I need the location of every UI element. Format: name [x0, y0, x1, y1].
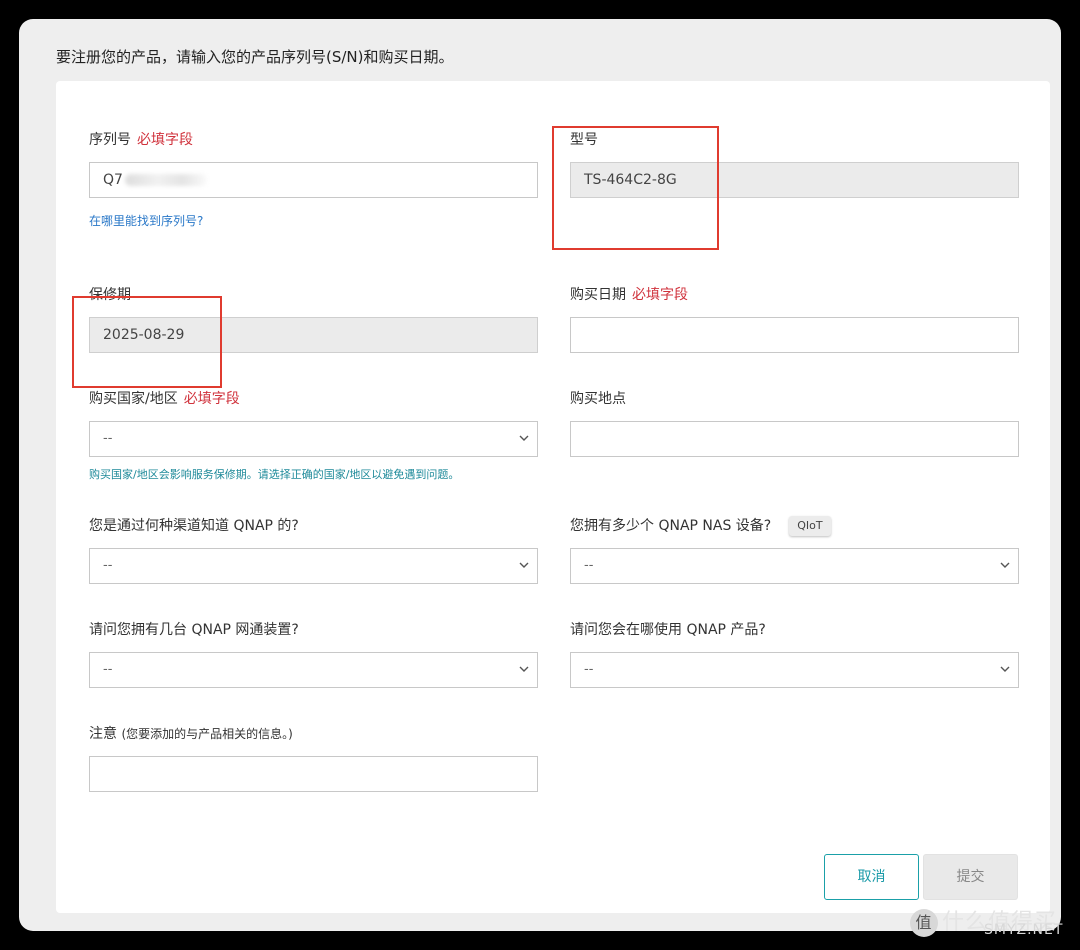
watermark-logo-icon: 值 — [910, 909, 938, 937]
chevron-down-icon — [1000, 562, 1010, 568]
purchase-place-input[interactable] — [570, 421, 1019, 457]
purchase-date-input[interactable] — [570, 317, 1019, 353]
nas-count-field: 您拥有多少个 QNAP NAS 设备? QIoT -- — [570, 516, 1019, 584]
required-tag: 必填字段 — [137, 132, 193, 148]
chevron-down-icon — [519, 562, 529, 568]
notes-label: 注意 — [89, 726, 117, 742]
purchase-country-label: 购买国家/地区 — [89, 391, 178, 407]
chevron-down-icon — [519, 435, 529, 441]
purchase-date-field: 购买日期 必填字段 — [570, 285, 1019, 353]
channel-select[interactable]: -- — [89, 548, 538, 584]
network-count-select[interactable]: -- — [89, 652, 538, 688]
purchase-country-value: -- — [103, 431, 113, 446]
nas-count-value: -- — [584, 558, 594, 573]
purchase-place-field: 购买地点 — [570, 389, 1019, 457]
qiot-badge: QIoT — [789, 516, 831, 536]
channel-label: 您是通过何种渠道知道 QNAP 的? — [89, 518, 299, 534]
notes-sublabel: (您要添加的与产品相关的信息。) — [121, 727, 293, 741]
chevron-down-icon — [519, 666, 529, 672]
chevron-down-icon — [1000, 666, 1010, 672]
submit-button[interactable]: 提交 — [923, 854, 1018, 900]
network-count-label: 请问您拥有几台 QNAP 网通装置? — [89, 622, 299, 638]
notes-input[interactable] — [89, 756, 538, 792]
purchase-place-label: 购买地点 — [570, 391, 626, 407]
serial-label: 序列号 — [89, 132, 131, 148]
form-window: 要注册您的产品，请输入您的产品序列号(S/N)和购买日期。 序列号 必填字段 Q7… — [19, 19, 1061, 931]
watermark-site: SMYZ.NET — [984, 922, 1064, 938]
network-count-value: -- — [103, 662, 113, 677]
registration-form: 序列号 必填字段 Q7 在哪里能找到序列号? 型号 TS-464C2-8G 保修期… — [56, 81, 1050, 913]
usage-place-select[interactable]: -- — [570, 652, 1019, 688]
required-tag: 必填字段 — [632, 287, 688, 303]
serial-value: Q7 — [103, 172, 123, 188]
usage-place-label: 请问您会在哪使用 QNAP 产品? — [570, 622, 766, 638]
purchase-date-label: 购买日期 — [570, 287, 626, 303]
serial-input[interactable]: Q7 — [89, 162, 538, 198]
required-tag: 必填字段 — [183, 391, 240, 407]
nas-count-select[interactable]: -- — [570, 548, 1019, 584]
serial-blur-mask — [124, 174, 207, 186]
model-highlight-box — [552, 126, 719, 250]
usage-place-value: -- — [584, 662, 594, 677]
network-count-field: 请问您拥有几台 QNAP 网通装置? -- — [89, 620, 538, 688]
channel-field: 您是通过何种渠道知道 QNAP 的? -- — [89, 516, 538, 584]
purchase-country-select[interactable]: -- — [89, 421, 538, 457]
country-hint: 购买国家/地区会影响服务保修期。请选择正确的国家/地区以避免遇到问题。 — [89, 468, 460, 481]
channel-value: -- — [103, 558, 113, 573]
warranty-highlight-box — [72, 296, 222, 388]
intro-text: 要注册您的产品，请输入您的产品序列号(S/N)和购买日期。 — [56, 48, 454, 66]
cancel-button[interactable]: 取消 — [824, 854, 919, 900]
usage-place-field: 请问您会在哪使用 QNAP 产品? -- — [570, 620, 1019, 688]
notes-field: 注意 (您要添加的与产品相关的信息。) — [89, 724, 538, 792]
nas-count-label: 您拥有多少个 QNAP NAS 设备? — [570, 518, 772, 534]
watermark: 值什么值得买 SMYZ.NET — [910, 904, 1062, 938]
serial-field: 序列号 必填字段 Q7 在哪里能找到序列号? — [89, 130, 538, 229]
purchase-country-field: 购买国家/地区 必填字段 -- 购买国家/地区会影响服务保修期。请选择正确的国家/… — [89, 389, 538, 482]
find-serial-link[interactable]: 在哪里能找到序列号? — [89, 212, 538, 229]
